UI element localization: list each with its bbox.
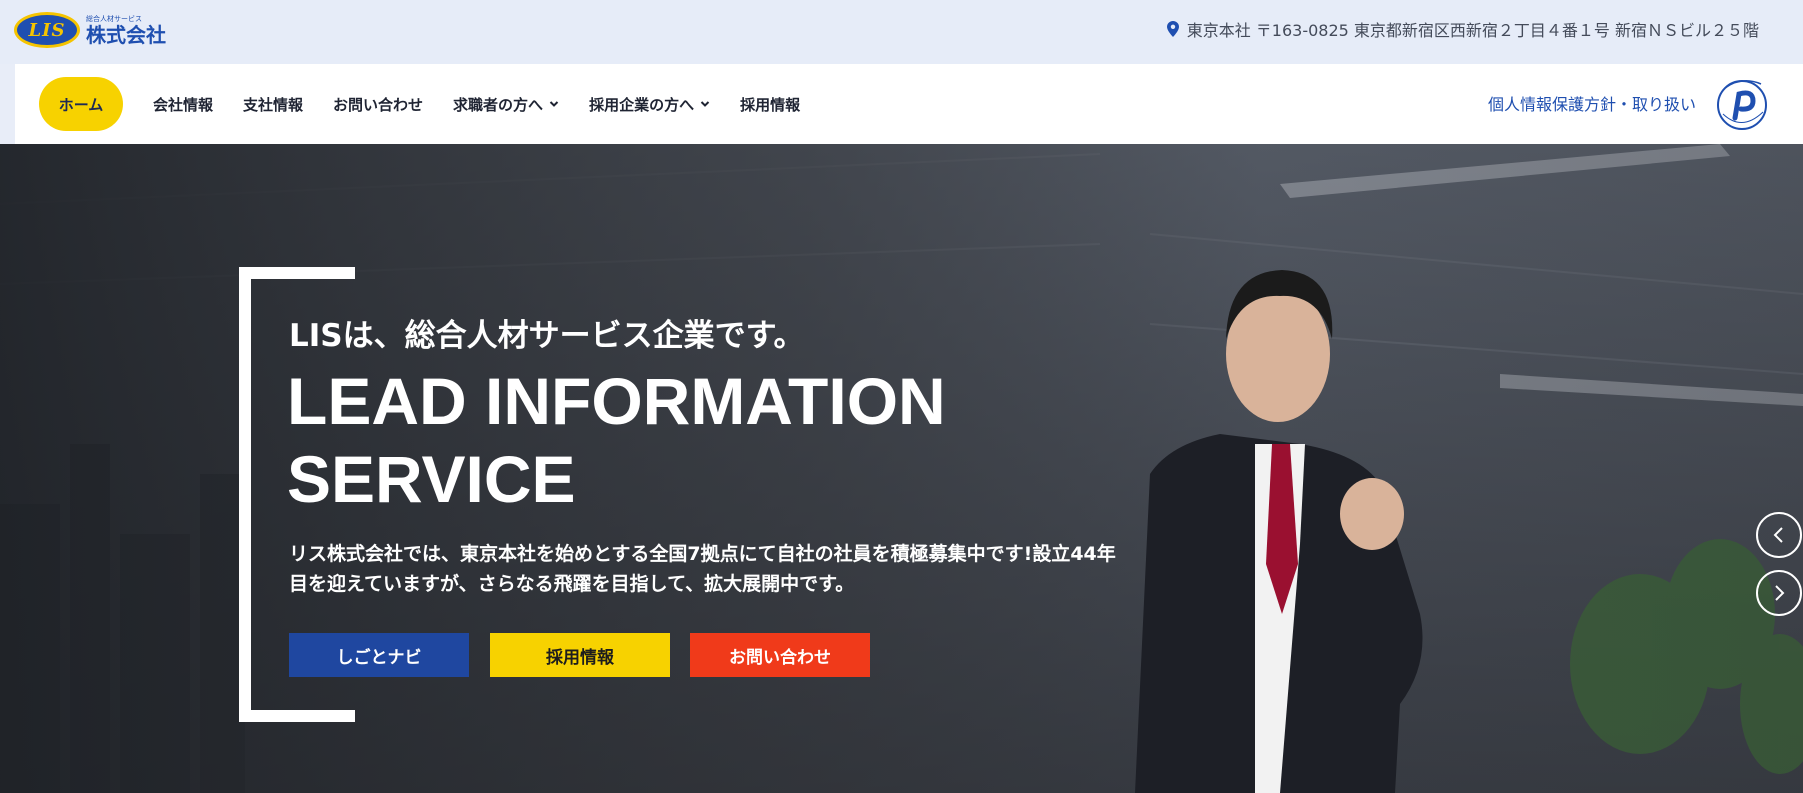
chevron-right-icon — [1775, 585, 1785, 601]
slider-prev-button[interactable] — [1756, 512, 1802, 558]
main-nav: ホーム 会社情報 支社情報 お問い合わせ 求職者の方へ 採用企業の方へ 採用情報… — [15, 64, 1803, 144]
address-text: 東京本社 〒163-0825 東京都新宿区西新宿２丁目４番１号 新宿ＮＳビル２５… — [1186, 21, 1759, 40]
company-logo[interactable]: LIS 総合人材サービス 株式会社 — [14, 12, 166, 48]
nav-item-label: 採用情報 — [740, 95, 801, 114]
hero-description: リス株式会社では、東京本社を始めとする全国7拠点にて自社の社員を積極募集中です!… — [289, 543, 1116, 595]
logo-tagline: 総合人材サービス — [86, 14, 142, 23]
hero-headline-line1: LEAD INFORMATION — [287, 364, 946, 438]
hero-headline: LEAD INFORMATION SERVICE — [287, 362, 1007, 518]
logo-text: 総合人材サービス 株式会社 — [86, 14, 166, 47]
nav-item-contact[interactable]: お問い合わせ — [333, 94, 423, 115]
nav-item-branches[interactable]: 支社情報 — [243, 94, 303, 115]
head-office-address: 東京本社 〒163-0825 東京都新宿区西新宿２丁目４番１号 新宿ＮＳビル２５… — [1166, 17, 1759, 41]
nav-menu: 会社情報 支社情報 お問い合わせ 求職者の方へ 採用企業の方へ 採用情報 — [153, 64, 830, 144]
privacy-policy-link[interactable]: 個人情報保護方針・取り扱い — [1488, 91, 1696, 115]
nav-item-recruitment[interactable]: 採用情報 — [740, 94, 800, 115]
privacy-mark-icon[interactable] — [1713, 74, 1771, 132]
chevron-down-icon — [700, 101, 710, 107]
top-bar: LIS 総合人材サービス 株式会社 東京本社 〒163-0825 東京都新宿区西… — [0, 0, 1803, 64]
logo-mark-text: LIS — [28, 19, 66, 41]
chevron-down-icon — [549, 101, 559, 107]
slider-next-button[interactable] — [1756, 570, 1802, 616]
hero-banner: LISは、総合人材サービス企業です。 LEAD INFORMATION SERV… — [0, 144, 1803, 793]
logo-company-name: 株式会社 — [86, 22, 166, 47]
nav-item-job-seekers[interactable]: 求職者の方へ — [453, 94, 559, 115]
job-navi-button[interactable]: しごとナビ — [289, 633, 469, 677]
contact-button[interactable]: お問い合わせ — [690, 633, 870, 677]
map-pin-icon — [1166, 21, 1179, 37]
nav-item-employers[interactable]: 採用企業の方へ — [589, 94, 710, 115]
hero-headline-line2: SERVICE — [287, 442, 576, 516]
nav-home-button[interactable]: ホーム — [39, 77, 123, 131]
nav-item-label: 採用企業の方へ — [589, 95, 695, 114]
nav-item-label: 会社情報 — [153, 95, 214, 114]
nav-item-label: お問い合わせ — [333, 95, 424, 114]
nav-item-company[interactable]: 会社情報 — [153, 94, 213, 115]
logo-mark: LIS — [14, 12, 80, 48]
nav-item-label: 求職者の方へ — [453, 95, 544, 114]
chevron-left-icon — [1773, 527, 1783, 543]
hero-tagline: LISは、総合人材サービス企業です。 — [289, 318, 805, 354]
recruitment-info-button[interactable]: 採用情報 — [490, 633, 670, 677]
nav-item-label: 支社情報 — [243, 95, 304, 114]
